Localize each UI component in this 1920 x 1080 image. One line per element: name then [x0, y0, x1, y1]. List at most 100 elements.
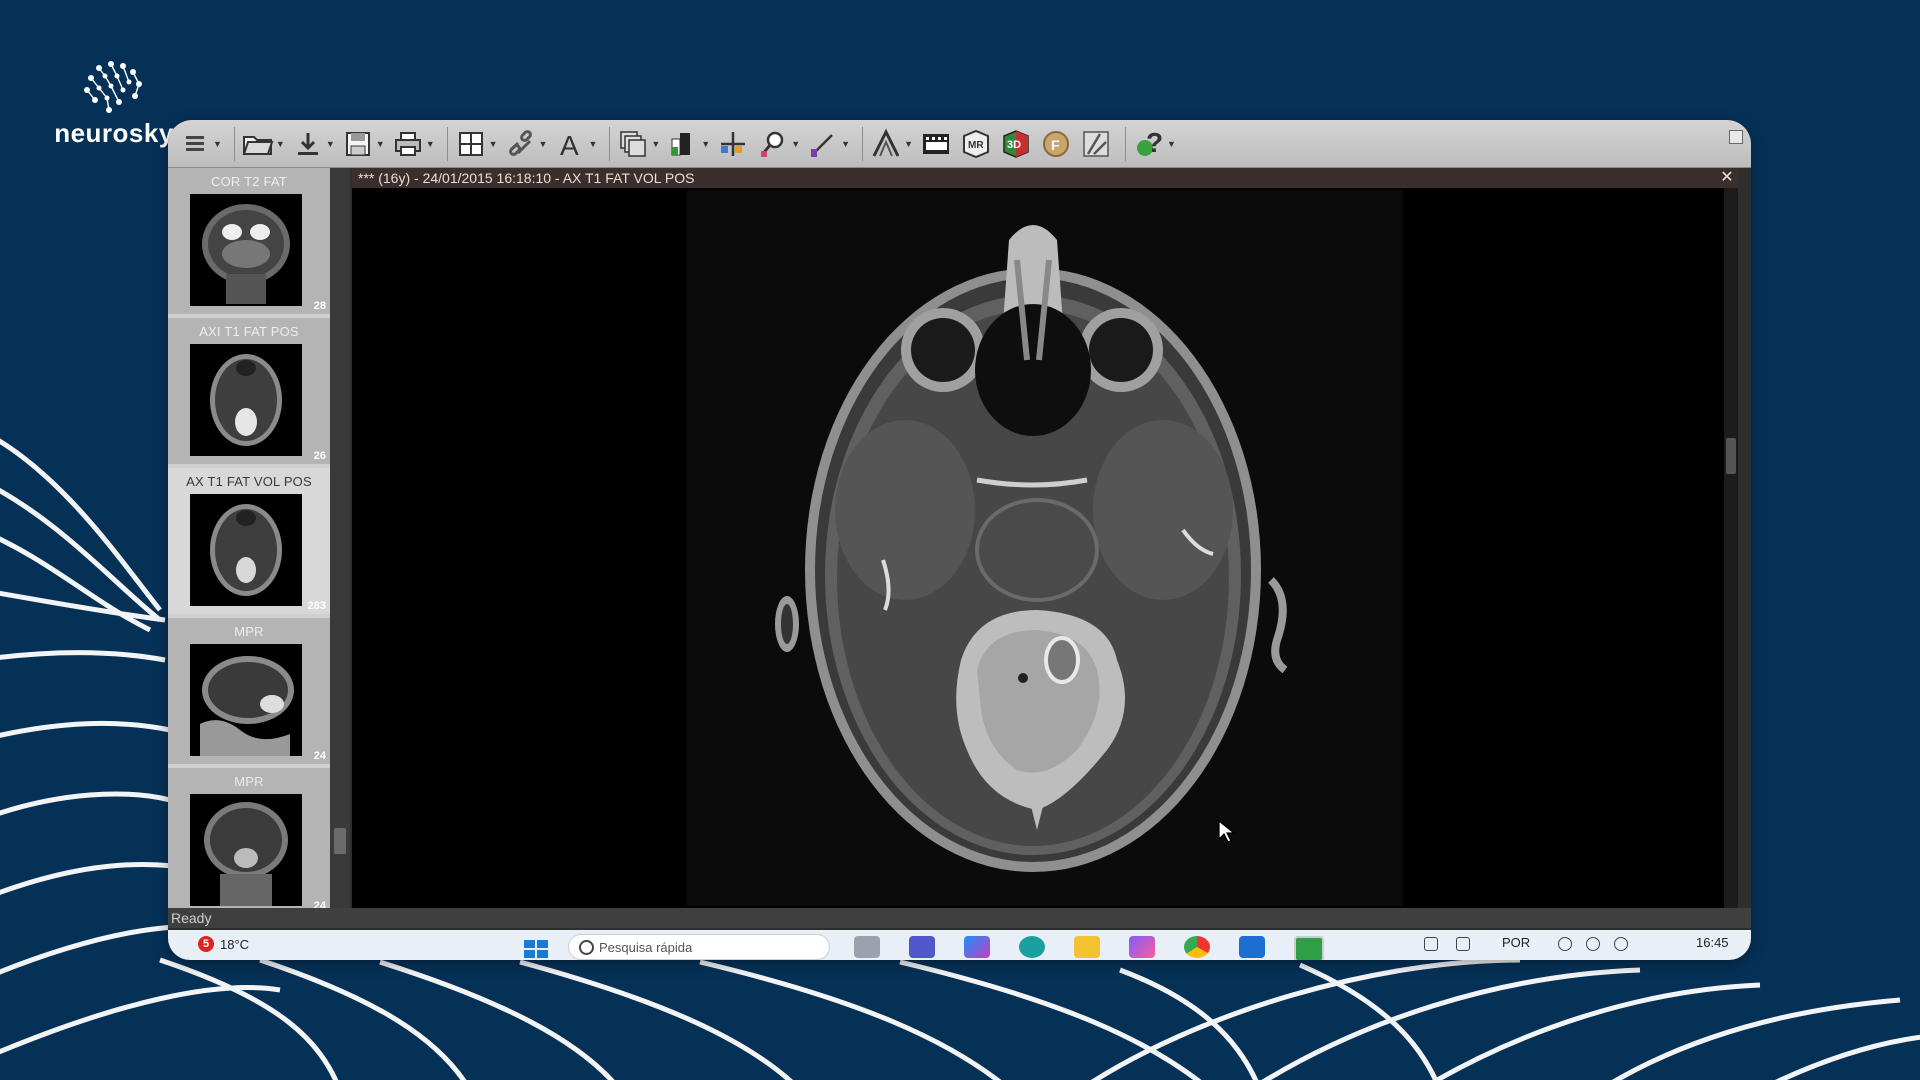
fusion-button[interactable]: F: [1039, 124, 1073, 164]
series-label: AX T1 FAT VOL POS: [168, 474, 330, 489]
3d-button[interactable]: 3D: [999, 124, 1033, 164]
teams-icon[interactable]: [909, 936, 935, 958]
chevron-down-icon[interactable]: ▼: [489, 139, 498, 149]
3d-icon: 3D: [999, 127, 1033, 161]
help-icon: ?: [1132, 127, 1166, 161]
toolbar-separator: [234, 127, 235, 161]
measure-icon: [806, 127, 840, 161]
print-icon: [391, 127, 425, 161]
mpr-button[interactable]: MR: [959, 124, 993, 164]
help-button[interactable]: ? ▼: [1132, 124, 1176, 164]
language-indicator[interactable]: POR: [1502, 935, 1530, 950]
chevron-down-icon[interactable]: ▼: [651, 139, 660, 149]
copilot-icon[interactable]: [964, 936, 990, 958]
volume-icon[interactable]: [1586, 937, 1600, 951]
store-icon[interactable]: [1239, 936, 1265, 958]
temperature-text: 18°C: [220, 937, 249, 952]
windows-start-icon[interactable]: [522, 938, 550, 960]
text-icon: A: [553, 127, 587, 161]
taskbar-search[interactable]: Pesquisa rápida: [568, 934, 830, 960]
chevron-down-icon[interactable]: ▼: [276, 139, 285, 149]
series-thumbnail[interactable]: AXI T1 FAT POS 26: [168, 318, 330, 468]
window-restore-icon[interactable]: [1729, 130, 1743, 144]
menu-icon: [178, 127, 212, 161]
series-thumbnail-selected[interactable]: AX T1 FAT VOL POS 283: [168, 468, 330, 618]
zoom-icon: [756, 127, 790, 161]
image-viewport[interactable]: *** (16y) - 24/01/2015 16:18:10 - AX T1 …: [352, 168, 1738, 908]
chevron-down-icon[interactable]: ▼: [701, 139, 710, 149]
chevron-down-icon[interactable]: ▼: [1167, 139, 1176, 149]
curved-mpr-button[interactable]: [1079, 124, 1113, 164]
search-icon: [579, 940, 594, 955]
wifi-icon[interactable]: [1558, 937, 1572, 951]
system-tray-icons: [1558, 937, 1642, 951]
layout-button[interactable]: ▼: [454, 124, 498, 164]
mip-button[interactable]: ▼: [869, 124, 913, 164]
series-thumbnail[interactable]: MPR 24: [168, 618, 330, 768]
chevron-up-icon[interactable]: [1424, 937, 1438, 951]
menu-button[interactable]: ▼: [178, 124, 222, 164]
close-icon[interactable]: ✕: [1718, 168, 1736, 188]
brain-logo-icon: [79, 58, 149, 116]
clock[interactable]: 16:45: [1696, 935, 1729, 950]
radiant-icon[interactable]: [1294, 936, 1324, 960]
weather-widget[interactable]: 5 18°C: [198, 936, 249, 952]
chevron-down-icon[interactable]: ▼: [791, 139, 800, 149]
svg-text:A: A: [560, 130, 579, 158]
series-thumbnail-panel: COR T2 FAT 28 AXI T1 FAT POS: [168, 168, 332, 908]
annotation-text-button[interactable]: A ▼: [553, 124, 597, 164]
stack-icon: [616, 127, 650, 161]
save-icon: [341, 127, 375, 161]
chevron-down-icon[interactable]: ▼: [376, 139, 385, 149]
download-icon: [291, 127, 325, 161]
edge-icon[interactable]: [1019, 936, 1045, 958]
dicom-viewer-window: ▼ ▼ ▼ ▼ ▼ ▼: [168, 120, 1751, 960]
svg-text:MR: MR: [968, 140, 984, 151]
toolbar-separator: [862, 127, 863, 161]
series-thumbnail[interactable]: MPR 24: [168, 768, 330, 918]
layout-grid-icon: [454, 127, 488, 161]
thumbnail-scrollbar[interactable]: [330, 168, 350, 908]
mri-axial-image[interactable]: [687, 190, 1403, 906]
pan-button[interactable]: [716, 124, 750, 164]
svg-text:?: ?: [1146, 128, 1163, 158]
toolbar-separator: [447, 127, 448, 161]
chrome-icon[interactable]: [1184, 936, 1210, 958]
zoom-button[interactable]: ▼: [756, 124, 800, 164]
measure-button[interactable]: ▼: [806, 124, 850, 164]
neurosky-logo: neurosky: [44, 58, 184, 149]
network-icon[interactable]: [1456, 937, 1470, 951]
chevron-down-icon[interactable]: ▼: [588, 139, 597, 149]
image-count: 283: [308, 600, 326, 612]
link-icon: [504, 127, 538, 161]
open-button[interactable]: ▼: [241, 124, 285, 164]
import-button[interactable]: ▼: [291, 124, 335, 164]
print-button[interactable]: ▼: [391, 124, 435, 164]
window-level-button[interactable]: ▼: [666, 124, 710, 164]
scrollbar-thumb[interactable]: [1726, 438, 1736, 474]
cine-button[interactable]: [919, 124, 953, 164]
image-count: 26: [314, 450, 326, 462]
scrollbar-thumb[interactable]: [334, 828, 346, 854]
series-preview-image: [190, 794, 302, 906]
task-view-icon[interactable]: [854, 936, 880, 958]
chevron-down-icon[interactable]: ▼: [213, 139, 222, 149]
office-icon[interactable]: [1129, 936, 1155, 958]
cine-icon: [919, 127, 953, 161]
chevron-down-icon[interactable]: ▼: [539, 139, 548, 149]
save-button[interactable]: ▼: [341, 124, 385, 164]
system-tray: [1424, 937, 1488, 951]
series-thumbnail[interactable]: COR T2 FAT 28: [168, 168, 330, 318]
battery-icon[interactable]: [1614, 937, 1628, 951]
chevron-down-icon[interactable]: ▼: [326, 139, 335, 149]
toolbar-separator: [609, 127, 610, 161]
chevron-down-icon[interactable]: ▼: [904, 139, 913, 149]
chevron-down-icon[interactable]: ▼: [841, 139, 850, 149]
sync-button[interactable]: ▼: [504, 124, 548, 164]
file-explorer-icon[interactable]: [1074, 936, 1100, 958]
stack-button[interactable]: ▼: [616, 124, 660, 164]
chevron-down-icon[interactable]: ▼: [426, 139, 435, 149]
image-count: 24: [314, 750, 326, 762]
fusion-icon: F: [1039, 127, 1073, 161]
viewport-scrollbar[interactable]: [1724, 188, 1738, 908]
